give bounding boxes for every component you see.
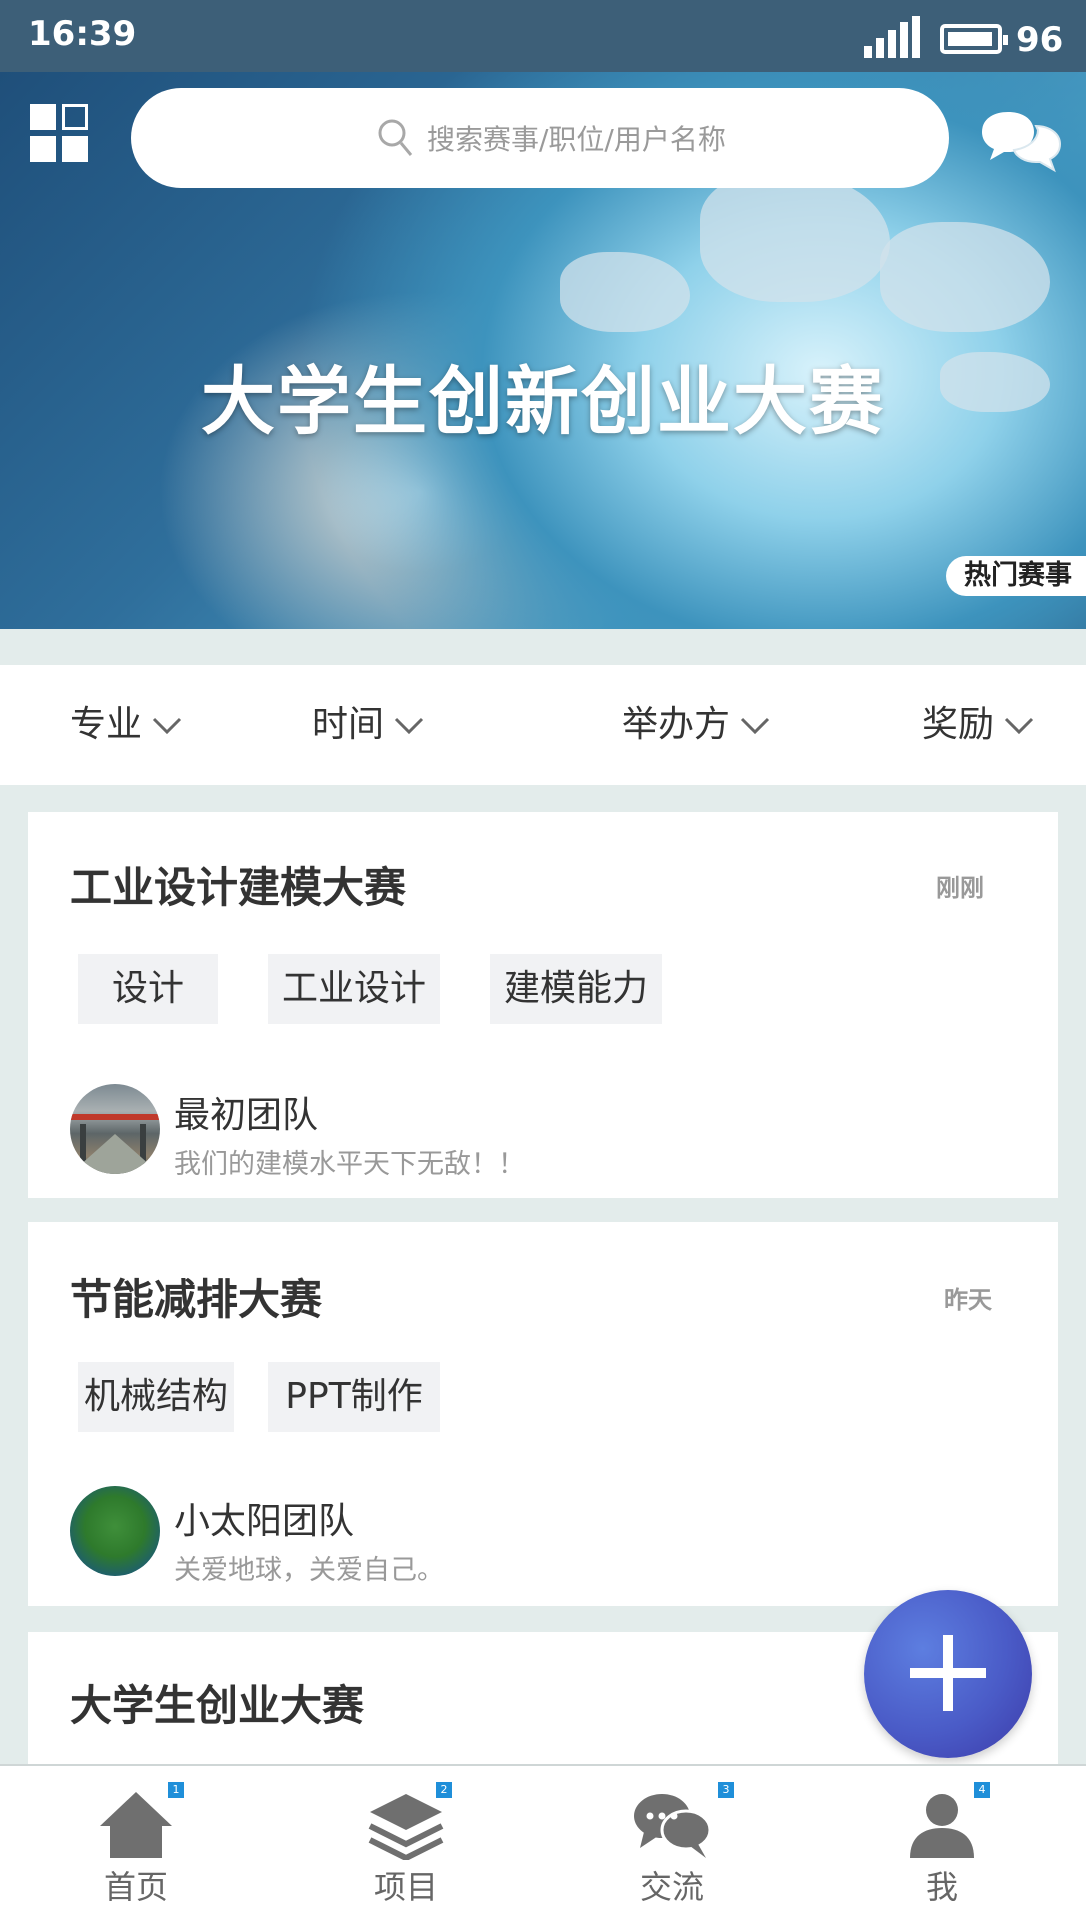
bottom-tab-bar: 1 首页 2 项目 3 交流 4 我 bbox=[0, 1764, 1086, 1923]
event-card[interactable]: 节能减排大赛 昨天 机械结构 PPT制作 小太阳团队 关爱地球，关爱自己。 bbox=[28, 1222, 1058, 1606]
filter-major[interactable]: 专业 bbox=[70, 701, 182, 749]
tab-badge: 3 bbox=[718, 1782, 734, 1798]
team-name[interactable]: 最初团队 bbox=[174, 1086, 318, 1138]
event-title: 工业设计建模大赛 bbox=[70, 863, 407, 912]
tab-projects[interactable]: 2 项目 bbox=[306, 1766, 506, 1923]
tab-home-label: 首页 bbox=[103, 1868, 168, 1906]
event-tag[interactable]: 建模能力 bbox=[490, 954, 662, 1024]
grid-menu-icon[interactable] bbox=[30, 104, 90, 164]
filter-bar: 专业 时间 举办方 奖励 bbox=[0, 665, 1086, 785]
tab-chat-label: 交流 bbox=[639, 1868, 704, 1906]
plus-icon-vertical bbox=[943, 1635, 953, 1711]
banner-title: 大学生创新创业大赛 bbox=[201, 359, 885, 445]
event-title: 节能减排大赛 bbox=[70, 1275, 323, 1324]
banner-divider bbox=[0, 629, 1086, 665]
event-card[interactable]: 工业设计建模大赛 刚刚 设计 工业设计 建模能力 最初团队 我们的建模水平天下无… bbox=[28, 812, 1058, 1198]
factory-photo-icon bbox=[70, 1114, 160, 1174]
chevron-down-icon bbox=[740, 717, 770, 735]
filter-major-label: 专业 bbox=[70, 704, 143, 745]
tab-chat[interactable]: 3 交流 bbox=[572, 1766, 772, 1923]
event-time: 昨天 bbox=[944, 1286, 992, 1314]
team-motto: 我们的建模水平天下无敌！！ bbox=[174, 1149, 525, 1180]
chat-icon bbox=[634, 1794, 712, 1858]
chevron-down-icon bbox=[394, 717, 424, 735]
tab-badge: 1 bbox=[168, 1782, 184, 1798]
home-icon bbox=[100, 1792, 172, 1858]
event-tag[interactable]: 机械结构 bbox=[78, 1362, 234, 1432]
search-bar[interactable]: 搜索赛事/职位/用户名称 bbox=[131, 88, 949, 188]
tab-me[interactable]: 4 我 bbox=[842, 1766, 1042, 1923]
battery-icon bbox=[940, 24, 1008, 54]
status-time: 16:39 bbox=[28, 14, 137, 54]
layers-icon bbox=[368, 1794, 444, 1860]
tab-badge: 2 bbox=[436, 1782, 452, 1798]
chevron-down-icon bbox=[1004, 717, 1034, 735]
event-time: 刚刚 bbox=[936, 874, 984, 902]
filter-organizer-label: 举办方 bbox=[622, 704, 731, 745]
filter-organizer[interactable]: 举办方 bbox=[622, 701, 770, 749]
add-button[interactable] bbox=[864, 1590, 1032, 1758]
chevron-down-icon bbox=[152, 717, 182, 735]
event-tag[interactable]: PPT制作 bbox=[268, 1362, 440, 1432]
status-bar: 16:39 96 bbox=[0, 0, 1086, 72]
search-icon bbox=[378, 119, 413, 156]
event-tag[interactable]: 设计 bbox=[78, 954, 218, 1024]
filter-time-label: 时间 bbox=[312, 704, 385, 745]
avatar[interactable] bbox=[70, 1084, 160, 1174]
event-tag[interactable]: 工业设计 bbox=[268, 954, 440, 1024]
signal-icon bbox=[864, 16, 920, 58]
team-name[interactable]: 小太阳团队 bbox=[174, 1492, 354, 1544]
tab-me-label: 我 bbox=[925, 1868, 958, 1906]
battery-level: 96 bbox=[1016, 20, 1064, 60]
hot-events-tag[interactable]: 热门赛事 bbox=[946, 556, 1086, 596]
tab-projects-label: 项目 bbox=[373, 1868, 438, 1906]
event-title: 大学生创业大赛 bbox=[70, 1681, 365, 1730]
tab-badge: 4 bbox=[974, 1782, 990, 1798]
team-motto: 关爱地球，关爱自己。 bbox=[174, 1555, 444, 1586]
filter-reward[interactable]: 奖励 bbox=[922, 701, 1034, 749]
search-placeholder: 搜索赛事/职位/用户名称 bbox=[427, 123, 726, 156]
tab-home[interactable]: 1 首页 bbox=[36, 1766, 236, 1923]
avatar[interactable] bbox=[70, 1486, 160, 1576]
messages-icon[interactable] bbox=[978, 108, 1064, 174]
filter-reward-label: 奖励 bbox=[922, 704, 995, 745]
user-icon bbox=[910, 1794, 974, 1858]
filter-time[interactable]: 时间 bbox=[312, 701, 424, 749]
